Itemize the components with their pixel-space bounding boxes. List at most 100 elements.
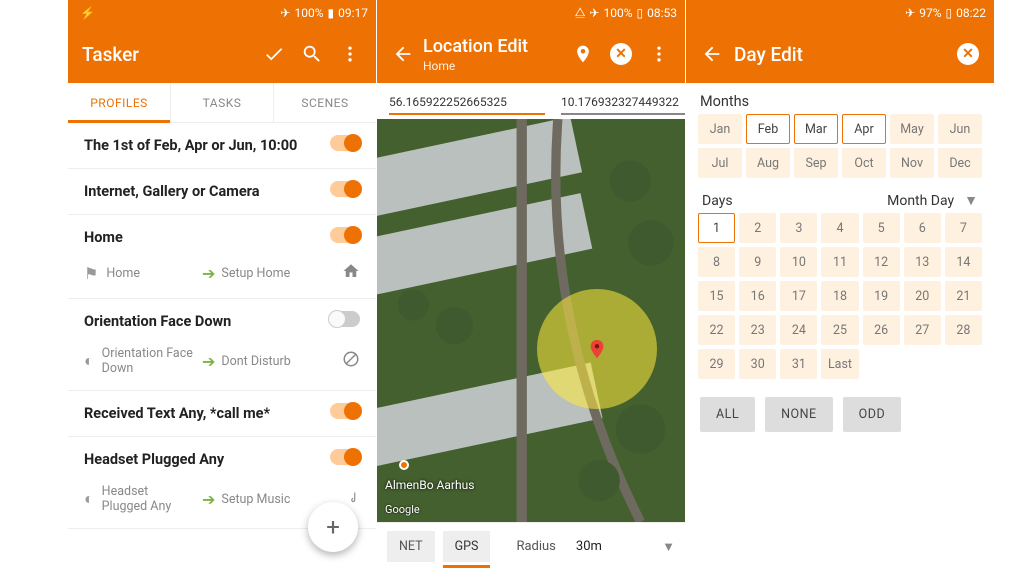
month-cell[interactable]: Jan <box>698 114 742 144</box>
profile-item[interactable]: Received Text Any, *call me* <box>68 391 376 437</box>
day-cell[interactable]: 31 <box>780 349 817 379</box>
month-cell[interactable]: Oct <box>842 148 886 178</box>
longitude-input[interactable] <box>561 91 685 115</box>
add-profile-fab[interactable]: + <box>308 502 358 552</box>
location-pin-button[interactable] <box>571 42 595 66</box>
airplane-icon: ✈ <box>905 6 915 20</box>
battery-icon: ▮ <box>328 6 335 20</box>
arrow-right-icon: ➔ <box>202 490 215 509</box>
month-cell[interactable]: Nov <box>890 148 934 178</box>
day-cell[interactable]: 9 <box>739 247 776 277</box>
day-cell-last[interactable]: Last <box>821 349 858 379</box>
overflow-menu-button[interactable] <box>647 42 671 66</box>
day-cell[interactable]: 15 <box>698 281 735 311</box>
task-label: Setup Music <box>221 492 290 507</box>
day-cell[interactable]: 21 <box>945 281 982 311</box>
month-cell[interactable]: Dec <box>938 148 982 178</box>
geofence-circle[interactable] <box>537 289 657 409</box>
app-bar: Location Edit Home ✕ <box>377 25 685 83</box>
clock-text: 09:17 <box>338 6 368 20</box>
day-cell[interactable]: 4 <box>821 213 858 243</box>
day-cell[interactable]: 26 <box>863 315 900 345</box>
back-button[interactable] <box>391 42 415 66</box>
day-cell[interactable]: 18 <box>821 281 858 311</box>
screen-title: Day Edit <box>734 43 942 66</box>
day-cell[interactable]: 23 <box>739 315 776 345</box>
profile-item[interactable]: Orientation Face Down◐Orientation Face D… <box>68 299 376 391</box>
month-cell[interactable]: Apr <box>842 114 886 144</box>
day-cell[interactable]: 27 <box>904 315 941 345</box>
profile-item[interactable]: Home⚑Home➔Setup Home <box>68 215 376 299</box>
day-cell[interactable]: 12 <box>863 247 900 277</box>
profile-toggle[interactable] <box>330 135 360 151</box>
day-cell[interactable]: 1 <box>698 213 735 243</box>
day-cell[interactable]: 8 <box>698 247 735 277</box>
profile-toggle[interactable] <box>330 181 360 197</box>
map-pin-icon <box>586 334 608 364</box>
day-cell[interactable]: 10 <box>780 247 817 277</box>
day-cell[interactable]: 20 <box>904 281 941 311</box>
day-cell[interactable]: 19 <box>863 281 900 311</box>
day-cell[interactable]: 3 <box>780 213 817 243</box>
months-section-label: Months <box>686 83 994 114</box>
day-cell[interactable]: 16 <box>739 281 776 311</box>
gps-toggle-button[interactable]: GPS <box>443 531 491 562</box>
day-cell[interactable]: 2 <box>739 213 776 243</box>
select-all-button[interactable]: ALL <box>700 397 755 432</box>
day-cell[interactable]: 17 <box>780 281 817 311</box>
profile-action-icon[interactable] <box>342 262 360 284</box>
map-view[interactable]: AlmenBo Aarhus Google <box>377 119 685 522</box>
days-header: Days Month Day▼ <box>686 186 994 213</box>
cancel-button[interactable]: ✕ <box>609 42 633 66</box>
back-button[interactable] <box>700 42 724 66</box>
search-button[interactable] <box>300 42 324 66</box>
day-cell[interactable]: 13 <box>904 247 941 277</box>
airplane-icon: ✈ <box>280 6 290 20</box>
radius-label: Radius <box>516 539 555 554</box>
tab-profiles[interactable]: PROFILES <box>68 83 171 122</box>
radius-value[interactable]: 30m <box>576 539 602 554</box>
context-icon: ◐ <box>84 351 94 371</box>
day-mode-dropdown[interactable]: Month Day▼ <box>887 192 978 209</box>
profile-item[interactable]: The 1st of Feb, Apr or Jun, 10:00 <box>68 123 376 169</box>
day-cell[interactable]: 7 <box>945 213 982 243</box>
poi-marker-icon <box>399 460 409 470</box>
battery-text: 100% <box>603 6 632 20</box>
profile-toggle[interactable] <box>330 227 360 243</box>
profile-toggle[interactable] <box>330 311 360 327</box>
accept-button[interactable] <box>262 42 286 66</box>
day-cell[interactable]: 28 <box>945 315 982 345</box>
select-none-button[interactable]: NONE <box>765 397 833 432</box>
profile-action-icon[interactable] <box>342 350 360 372</box>
day-cell[interactable]: 30 <box>739 349 776 379</box>
context-label: Headset Plugged Any <box>102 484 194 514</box>
latitude-input[interactable] <box>389 91 545 115</box>
overflow-menu-button[interactable] <box>338 42 362 66</box>
day-cell[interactable]: 22 <box>698 315 735 345</box>
month-cell[interactable]: Aug <box>746 148 790 178</box>
day-cell[interactable]: 24 <box>780 315 817 345</box>
select-odd-button[interactable]: ODD <box>843 397 902 432</box>
month-cell[interactable]: Jul <box>698 148 742 178</box>
day-cell[interactable]: 14 <box>945 247 982 277</box>
day-cell[interactable]: 11 <box>821 247 858 277</box>
month-cell[interactable]: Feb <box>746 114 790 144</box>
month-cell[interactable]: May <box>890 114 934 144</box>
month-cell[interactable]: Mar <box>794 114 838 144</box>
net-toggle-button[interactable]: NET <box>387 531 435 562</box>
tab-tasks[interactable]: TASKS <box>171 83 274 122</box>
dropdown-caret-icon[interactable]: ▼ <box>662 539 675 555</box>
cancel-button[interactable]: ✕ <box>956 42 980 66</box>
day-cell[interactable]: 5 <box>863 213 900 243</box>
day-cell[interactable]: 6 <box>904 213 941 243</box>
month-cell[interactable]: Jun <box>938 114 982 144</box>
task-label: Dont Disturb <box>221 354 290 369</box>
tab-scenes[interactable]: SCENES <box>274 83 376 122</box>
day-cell[interactable]: 25 <box>821 315 858 345</box>
profile-toggle[interactable] <box>330 403 360 419</box>
month-cell[interactable]: Sep <box>794 148 838 178</box>
profile-toggle[interactable] <box>330 449 360 465</box>
day-cell[interactable]: 29 <box>698 349 735 379</box>
profile-item[interactable]: Internet, Gallery or Camera <box>68 169 376 215</box>
profile-title: Received Text Any, *call me* <box>84 405 360 422</box>
